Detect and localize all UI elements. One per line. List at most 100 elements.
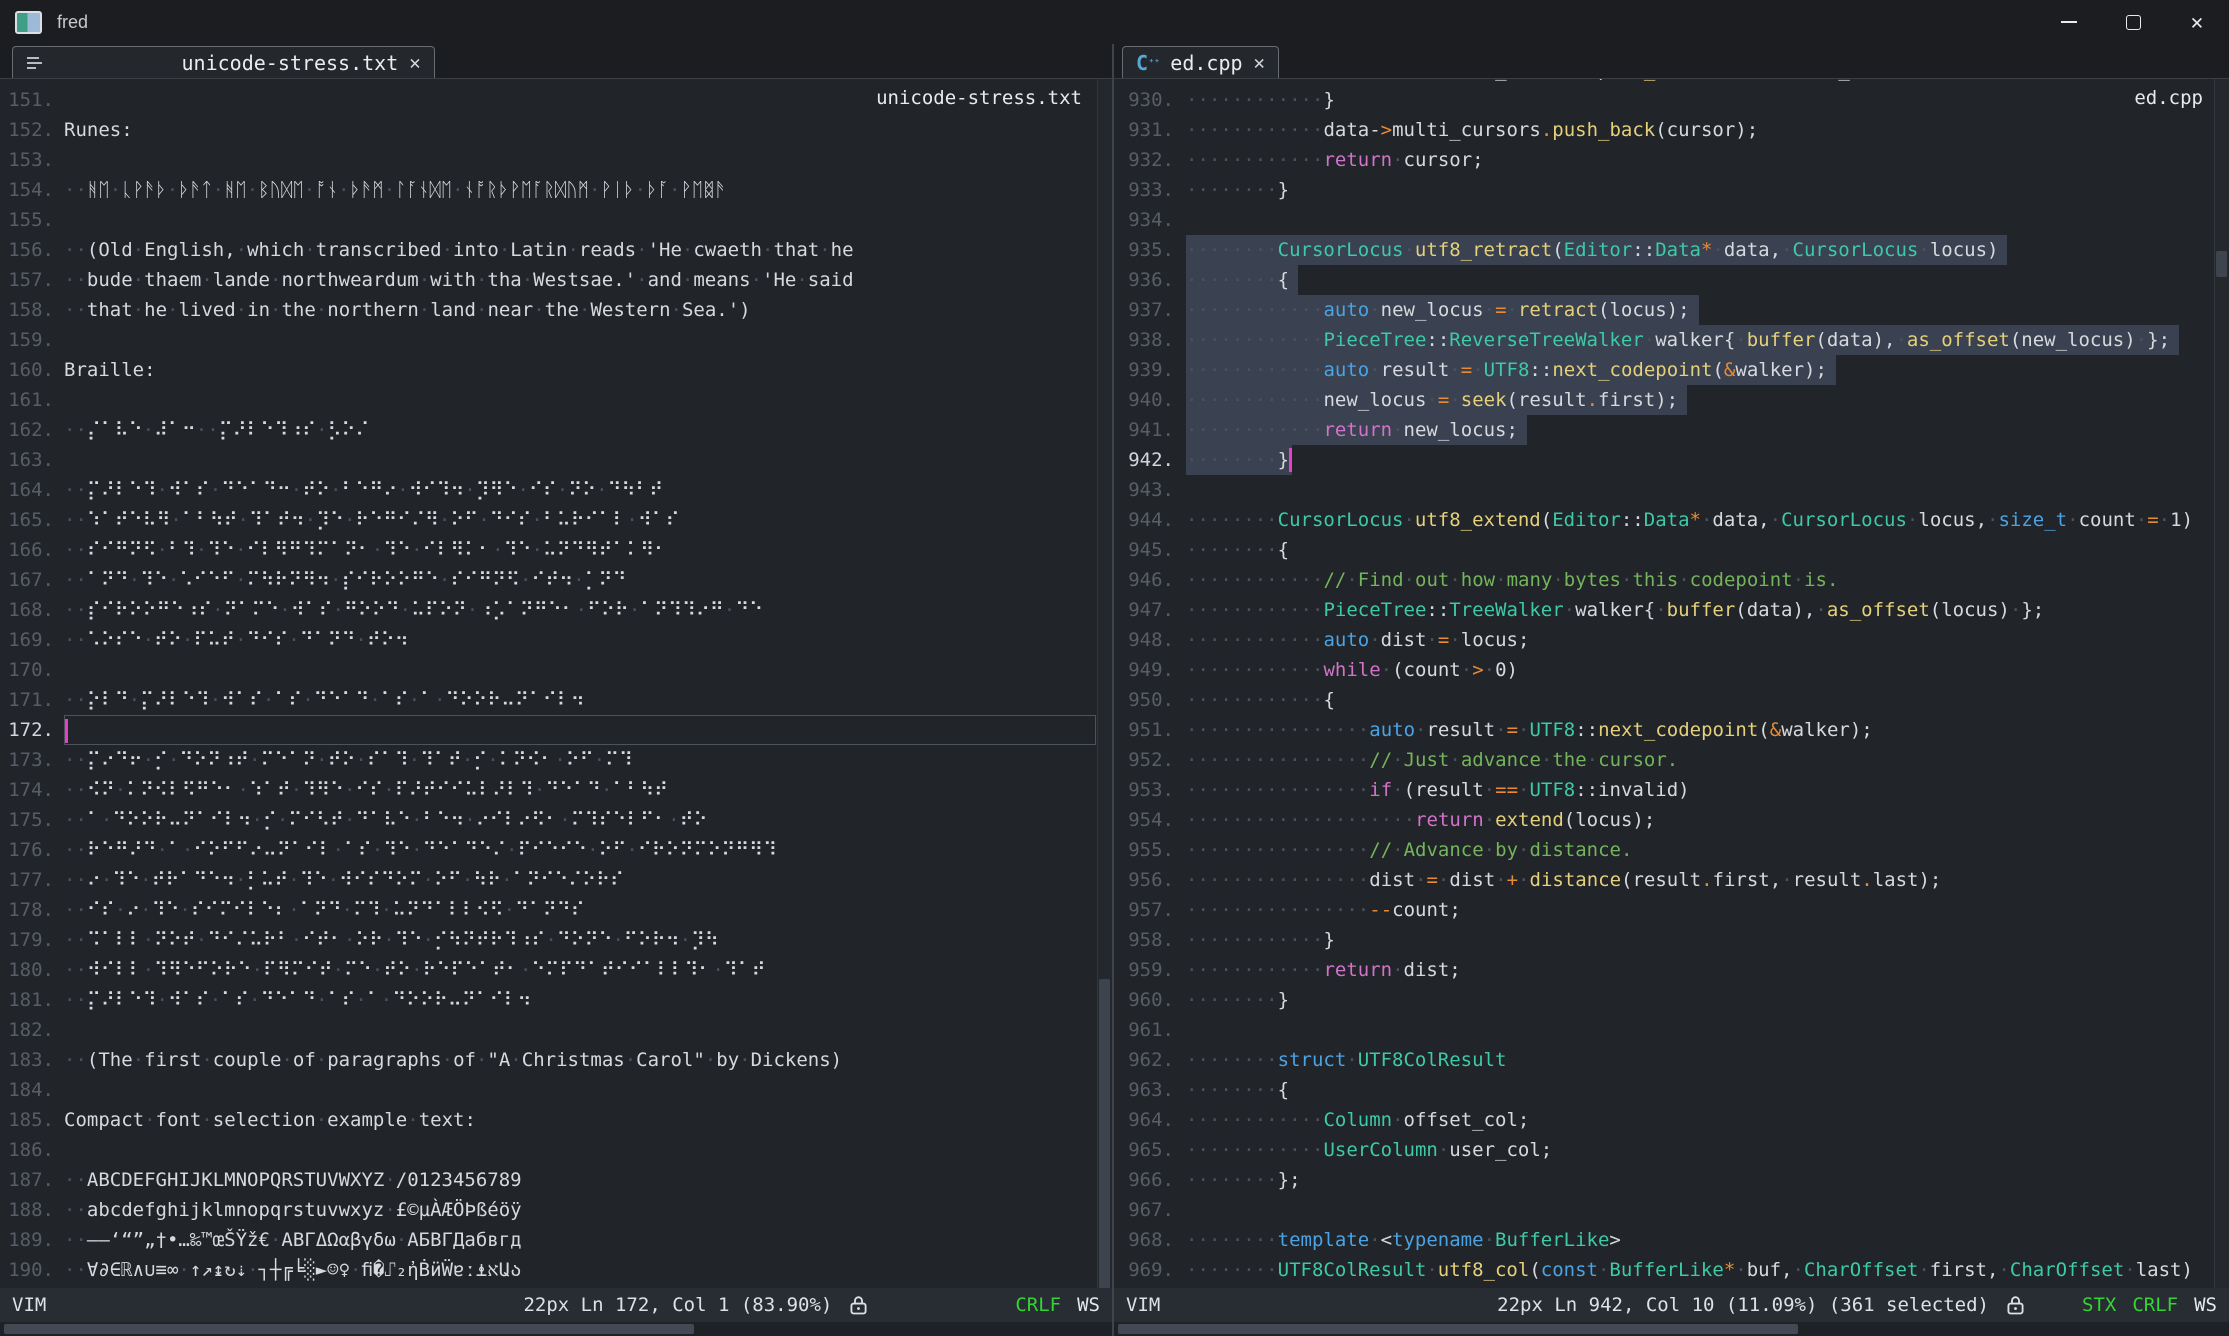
editor-line[interactable]: 184.: [0, 1075, 1112, 1105]
editor-line[interactable]: 188.··abcdefghijklmnopqrstuvwxyz·£©µÀÆÖÞ…: [0, 1195, 1112, 1225]
editor-line[interactable]: 174.··⠪⠝·⠅⠝⠪⠇⠫⠛⠑⠂·⠱⠁⠞·⠹⠻⠑·⠊⠎·⠏⠜⠞⠊⠊⠥⠇⠜⠇⠹·…: [0, 775, 1112, 805]
editor-line[interactable]: 965.············UserColumn·user_col;: [1114, 1135, 2229, 1165]
editor-line[interactable]: 962.········struct·UTF8ColResult: [1114, 1045, 2229, 1075]
editor-line[interactable]: 156.··(Old·English,·which·transcribed·in…: [0, 235, 1112, 265]
editor-line[interactable]: 968.········template·<typename·BufferLik…: [1114, 1225, 2229, 1255]
editor-line[interactable]: 938.············PieceTree::ReverseTreeWa…: [1114, 325, 2229, 355]
editor-line[interactable]: 961.: [1114, 1015, 2229, 1045]
editor-line[interactable]: 960.········}: [1114, 985, 2229, 1015]
left-vertical-scrollbar[interactable]: [1097, 79, 1112, 1288]
editor-line[interactable]: 180.··⠺⠊⠇⠇·⠹⠻⠑⠋⠕⠗⠑·⠏⠻⠍⠊⠞·⠍⠑·⠞⠕·⠗⠑⠏⠑⠁⠞⠂·⠑…: [0, 955, 1112, 985]
editor-line[interactable]: 161.: [0, 385, 1112, 415]
left-horizontal-scrollbar[interactable]: [0, 1322, 1112, 1336]
editor-line[interactable]: 967.: [1114, 1195, 2229, 1225]
editor-line[interactable]: 166.··⠎⠊⠛⠝⠫·⠃⠹·⠹⠑·⠊⠇⠻⠛⠹⠍⠁⠝⠂·⠹⠑·⠊⠇⠻⠅⠂·⠹⠑·…: [0, 535, 1112, 565]
maximize-button[interactable]: [2101, 0, 2165, 44]
editor-line[interactable]: 954.····················return·extend(lo…: [1114, 805, 2229, 835]
editor-line[interactable]: 153.: [0, 145, 1112, 175]
editor-line[interactable]: 187.··ABCDEFGHIJKLMNOPQRSTUVWXYZ·/012345…: [0, 1165, 1112, 1195]
editor-line[interactable]: 945.········{: [1114, 535, 2229, 565]
editor-line[interactable]: 930.············}: [1114, 85, 2229, 115]
editor-line[interactable]: 947.············PieceTree::TreeWalker·wa…: [1114, 595, 2229, 625]
editor-line[interactable]: 190.··∀∂∈ℝ∧∪≡∞·↑↗↨↻⇣·┐┼╔╘░►☺♀·ﬁ�⑀₂ἠḂӥẄɐː…: [0, 1255, 1112, 1285]
editor-line[interactable]: 949.············while·(count·>·0): [1114, 655, 2229, 685]
editor-line[interactable]: 958.············}: [1114, 925, 2229, 955]
editor-line[interactable]: 169.··⠡⠕⠎⠑·⠞⠕·⠏⠥⠞·⠙⠊⠎·⠙⠁⠝⠙·⠞⠕⠲: [0, 625, 1112, 655]
line-content: [1186, 1195, 2229, 1225]
editor-line[interactable]: 969.········UTF8ColResult·utf8_col(const…: [1114, 1255, 2229, 1285]
tab-close-icon[interactable]: ✕: [409, 52, 420, 74]
editor-line[interactable]: 167.··⠁⠝⠙·⠹⠑·⠡⠊⠑⠋·⠍⠳⠗⠝⠻⠲·⡎⠊⠗⠕⠕⠛⠑·⠎⠊⠛⠝⠫·⠊…: [0, 565, 1112, 595]
right-mode-indicator: VIM: [1126, 1294, 1160, 1316]
editor-line[interactable]: 154.··ᚻᛖ·ᚳᚹᚫᚦ·ᚦᚫᛏ·ᚻᛖ·ᛒᚢᛞᛖ·ᚩᚾ·ᚦᚫᛗ·ᛚᚪᚾᛞᛖ·ᚾ…: [0, 175, 1112, 205]
editor-line[interactable]: 178.··⠊⠎·⠔·⠹⠑·⠎⠊⠍⠊⠇⠑⠆·⠁⠝⠙·⠍⠹·⠥⠝⠙⠁⠇⠇⠪⠫·⠙⠁…: [0, 895, 1112, 925]
editor-line[interactable]: 932.············return·cursor;: [1114, 145, 2229, 175]
editor-line[interactable]: 150.እግርህን·በፍራሽህ·ልክ·ዘርጋ።: [0, 78, 1112, 85]
editor-line[interactable]: 186.: [0, 1135, 1112, 1165]
editor-line[interactable]: 959.············return·dist;: [1114, 955, 2229, 985]
editor-line[interactable]: 944.········CursorLocus·utf8_extend(Edit…: [1114, 505, 2229, 535]
editor-line[interactable]: 160.Braille:: [0, 355, 1112, 385]
tab-ed-cpp[interactable]: ed.cpp ✕: [1122, 46, 1279, 78]
editor-line[interactable]: 946.············//·Find·out·how·many·byt…: [1114, 565, 2229, 595]
editor-line[interactable]: 948.············auto·dist·=·locus;: [1114, 625, 2229, 655]
left-vertical-scrollbar-thumb[interactable]: [1099, 979, 1110, 1288]
editor-line[interactable]: 155.: [0, 205, 1112, 235]
editor-line[interactable]: 163.: [0, 445, 1112, 475]
editor-line[interactable]: 175.··⠁·⠙⠕⠕⠗⠤⠝⠁⠊⠇⠲·⡊·⠍⠊⠣⠞·⠙⠁⠧⠑·⠃⠑⠲·⠔⠊⠇⠔⠫…: [0, 805, 1112, 835]
right-horizontal-scrollbar[interactable]: [1114, 1322, 2229, 1336]
editor-line[interactable]: 152.Runes:: [0, 115, 1112, 145]
editor-line[interactable]: 165.··⠱⠁⠞⠑⠧⠻·⠁⠃⠳⠞·⠹⠁⠞⠲·⡹⠑·⠗⠑⠛⠊⠌⠻·⠕⠋·⠙⠊⠎·…: [0, 505, 1112, 535]
editor-line[interactable]: 955.················//·Advance·by·distan…: [1114, 835, 2229, 865]
tab-close-icon[interactable]: ✕: [1254, 52, 1265, 74]
editor-line[interactable]: 179.··⠩⠁⠇⠇·⠝⠕⠞·⠙⠊⠌⠥⠗⠃·⠊⠞⠂·⠕⠗·⠹⠑·⡊⠳⠝⠞⠗⠹⠰⠎…: [0, 925, 1112, 955]
right-vertical-scrollbar-thumb[interactable]: [2216, 251, 2227, 277]
editor-line[interactable]: 159.: [0, 325, 1112, 355]
editor-line[interactable]: 964.············Column·offset_col;: [1114, 1105, 2229, 1135]
editor-line[interactable]: 173.··⡍⠔⠙⠖·⡊·⠙⠕⠝⠰⠞·⠍⠑⠁⠝·⠞⠕·⠎⠁⠹·⠹⠁⠞·⡊·⠅⠝⠪…: [0, 745, 1112, 775]
editor-line[interactable]: 936.········{: [1114, 265, 2229, 295]
editor-line[interactable]: 182.: [0, 1015, 1112, 1045]
editor-line[interactable]: 942.········}: [1114, 445, 2229, 475]
editor-line[interactable]: 931.············data->multi_cursors.push…: [1114, 115, 2229, 145]
editor-line[interactable]: 951.················auto·result·=·UTF8::…: [1114, 715, 2229, 745]
editor-line[interactable]: 185.Compact·font·selection·example·text:: [0, 1105, 1112, 1135]
editor-line[interactable]: 158.··that·he·lived·in·the·northern·land…: [0, 295, 1112, 325]
editor-line[interactable]: 170.: [0, 655, 1112, 685]
editor-line[interactable]: 172.: [0, 715, 1112, 745]
editor-line[interactable]: 939.············auto·result·=·UTF8::next…: [1114, 355, 2229, 385]
editor-line[interactable]: 941.············return·new_locus;: [1114, 415, 2229, 445]
editor-line[interactable]: 162.··⡌⠁⠧⠑·⠼⠁⠒··⡍⠜⠇⠑⠹⠰⠎·⡣⠕⠌: [0, 415, 1112, 445]
editor-line[interactable]: 952.················//·Just·advance·the·…: [1114, 745, 2229, 775]
editor-line[interactable]: 935.········CursorLocus·utf8_retract(Edi…: [1114, 235, 2229, 265]
editor-line[interactable]: 943.: [1114, 475, 2229, 505]
minimize-button[interactable]: [2037, 0, 2101, 44]
editor-line[interactable]: 940.············new_locus·=·seek(result.…: [1114, 385, 2229, 415]
tab-unicode-stress-txt[interactable]: unicode-stress.txt ✕: [12, 46, 435, 78]
editor-line[interactable]: 183.··(The·first·couple·of·paragraphs·of…: [0, 1045, 1112, 1075]
editor-line[interactable]: 168.··⡎⠊⠗⠕⠕⠛⠑⠰⠎·⠝⠁⠍⠑·⠺⠁⠎·⠛⠕⠕⠙·⠥⠏⠕⠝·⠰⡡⠁⠝⠛…: [0, 595, 1112, 625]
editor-line[interactable]: 176.··⠗⠑⠛⠜⠙·⠁·⠊⠕⠋⠋⠔⠤⠝⠁⠊⠇·⠁⠎·⠹⠑·⠙⠑⠁⠙⠑⠌·⠏⠊…: [0, 835, 1112, 865]
editor-line[interactable]: 929.················data->multi_cursors.…: [1114, 78, 2229, 85]
editor-line[interactable]: 164.··⡍⠜⠇⠑⠹·⠺⠁⠎·⠙⠑⠁⠙⠒·⠞⠕·⠃⠑⠛⠔·⠺⠊⠹⠲·⡹⠻⠑·⠊…: [0, 475, 1112, 505]
editor-line[interactable]: 937.············auto·new_locus·=·retract…: [1114, 295, 2229, 325]
left-horizontal-scrollbar-thumb[interactable]: [4, 1324, 694, 1334]
editor-line[interactable]: 953.················if·(result·==·UTF8::…: [1114, 775, 2229, 805]
close-button[interactable]: [2165, 0, 2229, 44]
editor-line[interactable]: 189.··–—‘“”„†•…‰™œŠŸž€·ΑΒΓΔΩαβγδω·АБВГДа…: [0, 1225, 1112, 1255]
editor-line[interactable]: 181.··⡍⠜⠇⠑⠹·⠺⠁⠎·⠁⠎·⠙⠑⠁⠙·⠁⠎·⠁·⠙⠕⠕⠗⠤⠝⠁⠊⠇⠲: [0, 985, 1112, 1015]
editor-line[interactable]: 177.··⠔·⠹⠑·⠞⠗⠁⠙⠑⠲·⡃⠥⠞·⠹⠑·⠺⠊⠎⠙⠕⠍·⠕⠋·⠳⠗·⠁⠝…: [0, 865, 1112, 895]
editor-line[interactable]: 157.··bude·thaem·lande·northweardum·with…: [0, 265, 1112, 295]
editor-line[interactable]: 966.········};: [1114, 1165, 2229, 1195]
editor-line[interactable]: 934.: [1114, 205, 2229, 235]
editor-line[interactable]: 933.········}: [1114, 175, 2229, 205]
right-vertical-scrollbar[interactable]: [2214, 79, 2229, 1288]
editor-line[interactable]: 171.··⡕⠇⠙·⡍⠜⠇⠑⠹·⠺⠁⠎·⠁⠎·⠙⠑⠁⠙·⠁⠎·⠁·⠙⠕⠕⠗⠤⠝⠁…: [0, 685, 1112, 715]
right-editor[interactable]: 929.················data->multi_cursors.…: [1114, 78, 2229, 1288]
editor-line[interactable]: 957.················--count;: [1114, 895, 2229, 925]
editor-line[interactable]: 950.············{: [1114, 685, 2229, 715]
left-editor[interactable]: 150.እግርህን·በፍራሽህ·ልክ·ዘርጋ።151.152.Runes:153…: [0, 78, 1112, 1288]
editor-line[interactable]: 956.················dist·=·dist·+·distan…: [1114, 865, 2229, 895]
right-horizontal-scrollbar-thumb[interactable]: [1118, 1324, 1798, 1334]
editor-line[interactable]: 963.········{: [1114, 1075, 2229, 1105]
